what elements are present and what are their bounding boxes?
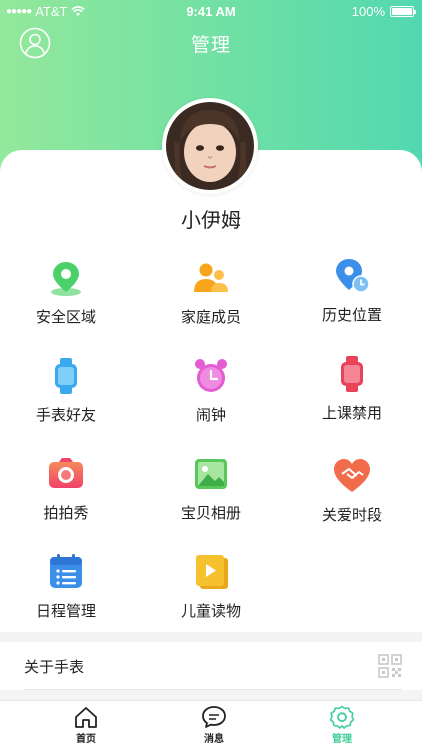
photo-album-icon (195, 459, 227, 489)
feature-family-members[interactable]: 家庭成员 (141, 252, 281, 342)
child-name: 小伊姆 (181, 208, 241, 232)
family-members-icon (194, 263, 228, 292)
tab-messages-label: 消息 (204, 734, 224, 745)
feature-class-disable[interactable]: 上课禁用 (282, 348, 422, 438)
status-right: 100% (351, 4, 416, 19)
tab-manage[interactable]: 管理 (312, 705, 372, 749)
about-watch-row[interactable]: 关于手表 (0, 642, 422, 690)
feature-label: 儿童读物 (180, 602, 241, 620)
feature-label: 上课禁用 (321, 404, 382, 422)
feature-label: 安全区域 (35, 308, 96, 326)
feature-label: 关爱时段 (321, 506, 382, 524)
row-divider (24, 689, 402, 690)
history-location-icon (336, 259, 370, 293)
feature-alarm-clock[interactable]: 闹钟 (141, 350, 281, 440)
feature-label: 历史位置 (321, 306, 382, 324)
status-bar: ●●●●● AT&T 9:41 AM 100% (0, 0, 422, 22)
feature-label: 家庭成员 (180, 308, 241, 326)
feature-label: 宝贝相册 (180, 504, 241, 522)
schedule-icon (50, 554, 82, 588)
location-pin-icon (51, 262, 81, 296)
feature-care-period[interactable]: 关爱时段 (282, 450, 422, 540)
feature-label: 拍拍秀 (43, 504, 89, 522)
about-watch-label: 关于手表 (24, 658, 85, 676)
feature-baby-album[interactable]: 宝贝相册 (141, 448, 281, 538)
watch-friends-icon (55, 358, 77, 394)
feature-label: 闹钟 (195, 406, 226, 424)
home-icon (75, 707, 97, 728)
message-icon (202, 706, 226, 728)
tab-messages[interactable]: 消息 (184, 705, 244, 749)
feature-history-location[interactable]: 历史位置 (282, 250, 422, 340)
children-book-icon (196, 555, 228, 589)
feature-schedule[interactable]: 日程管理 (0, 546, 136, 636)
page-title: 管理 (190, 34, 231, 56)
settings-gear-icon (329, 705, 355, 729)
child-avatar[interactable] (162, 98, 258, 194)
child-portrait-image (166, 102, 254, 190)
tab-bar: 首页 消息 管理 (0, 700, 422, 750)
qr-code-icon[interactable] (378, 654, 402, 678)
camera-icon (49, 458, 83, 488)
feature-photo-show[interactable]: 拍拍秀 (0, 448, 136, 538)
tab-home[interactable]: 首页 (56, 705, 116, 749)
feature-watch-friends[interactable]: 手表好友 (0, 350, 136, 440)
feature-safe-zone[interactable]: 安全区域 (0, 252, 136, 342)
care-heart-icon (334, 459, 370, 492)
feature-children-books[interactable]: 儿童读物 (141, 546, 281, 636)
alarm-clock-icon (195, 359, 227, 392)
feature-label: 手表好友 (35, 406, 96, 424)
avatar-photo (166, 102, 254, 190)
tab-home-label: 首页 (76, 734, 96, 745)
battery-percent: 100% (351, 4, 385, 19)
battery-icon (390, 6, 416, 17)
tab-manage-label: 管理 (332, 734, 352, 745)
feature-label: 日程管理 (35, 602, 96, 620)
class-disable-watch-icon (341, 356, 363, 392)
